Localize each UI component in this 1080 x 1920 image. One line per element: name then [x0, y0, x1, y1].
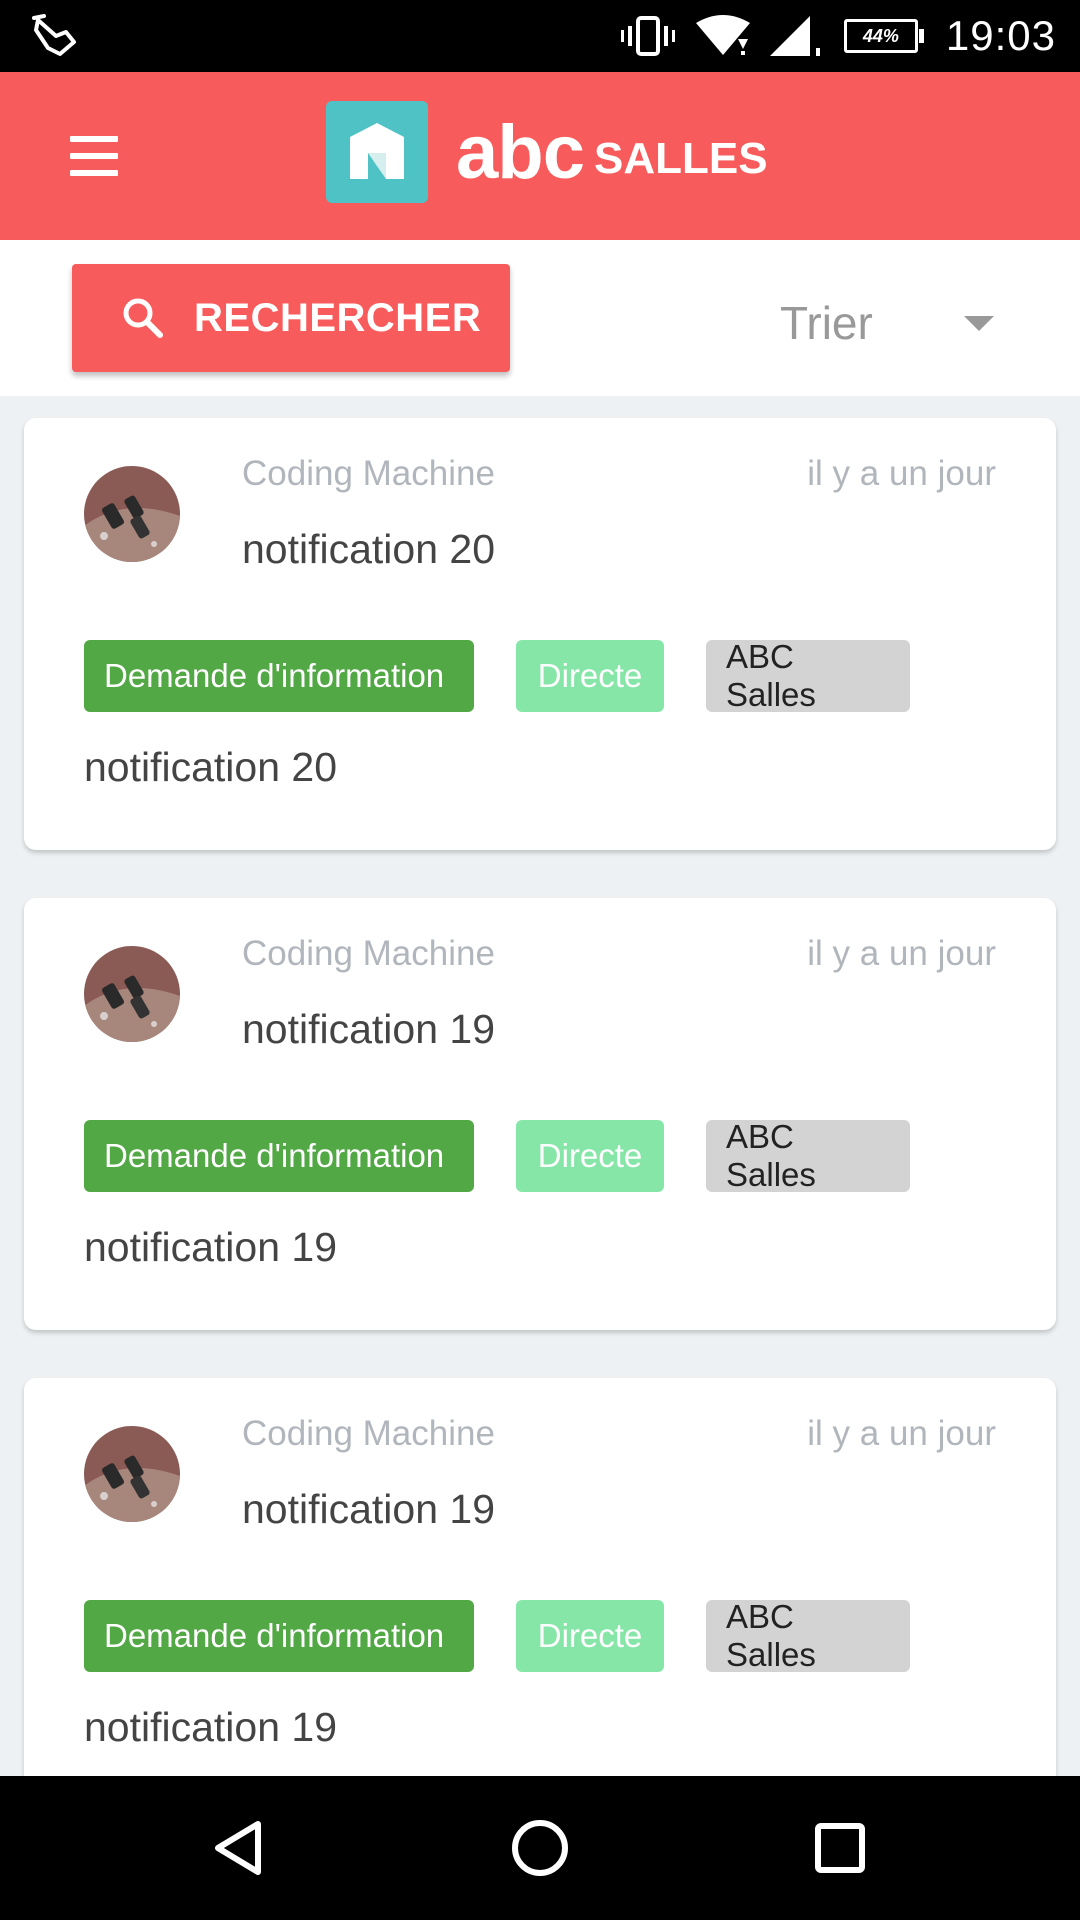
tag-mode: Directe	[516, 640, 664, 712]
notification-card[interactable]: Coding Machine il y a un jour notificati…	[24, 1378, 1056, 1776]
sender-name: Coding Machine	[242, 1414, 495, 1453]
tag-mode: Directe	[516, 1600, 664, 1672]
filter-toolbar: RECHERCHER Trier	[0, 240, 1080, 396]
notification-subject: notification 19	[242, 1486, 496, 1532]
timestamp: il y a un jour	[807, 454, 996, 493]
timestamp: il y a un jour	[807, 1414, 996, 1453]
sender-name: Coding Machine	[242, 454, 495, 493]
tag-organization: ABC Salles	[706, 1118, 910, 1193]
battery-level: 44%	[862, 25, 899, 46]
notification-card[interactable]: Coding Machine il y a un jour notificati…	[24, 418, 1056, 850]
menu-button[interactable]	[58, 128, 130, 184]
notification-body: notification 19	[84, 1704, 338, 1750]
notification-body: notification 19	[84, 1224, 338, 1270]
vibrate-icon	[620, 16, 675, 56]
brand-logo: abc SALLES	[326, 100, 768, 204]
sort-dropdown[interactable]: Trier	[770, 288, 1010, 358]
logo-mark-icon	[326, 101, 428, 203]
status-bar: 44% 19:03	[0, 0, 1080, 72]
back-icon[interactable]	[204, 1812, 276, 1884]
hamburger-icon	[70, 136, 118, 142]
clock: 19:03	[945, 12, 1056, 59]
notification-subject: notification 20	[242, 526, 496, 572]
avatar	[84, 466, 180, 562]
tap-hand-icon	[32, 14, 76, 56]
search-button-label: RECHERCHER	[194, 295, 482, 340]
system-nav-bar	[0, 1776, 1080, 1920]
tag-request-type: Demande d'information	[84, 1600, 474, 1672]
search-icon	[123, 298, 163, 338]
timestamp: il y a un jour	[807, 934, 996, 973]
brand-name: abc	[456, 109, 585, 195]
tag-organization: ABC Salles	[706, 638, 910, 713]
caret-down-icon	[964, 316, 994, 331]
notification-list: Coding Machine il y a un jour notificati…	[0, 396, 1080, 1776]
search-button[interactable]: RECHERCHER	[72, 264, 510, 372]
battery-icon: 44%	[843, 19, 924, 53]
brand-suffix: SALLES	[593, 134, 768, 183]
tag-request-type: Demande d'information	[84, 1120, 474, 1192]
notification-subject: notification 19	[242, 1006, 496, 1052]
notification-body: notification 20	[84, 744, 338, 790]
home-icon[interactable]	[504, 1812, 576, 1884]
sort-dropdown-label: Trier	[780, 297, 873, 349]
signal-icon	[769, 16, 820, 56]
app-bar: abc SALLES	[0, 72, 1080, 240]
tag-organization: ABC Salles	[706, 1598, 910, 1673]
avatar	[84, 1426, 180, 1522]
recents-icon[interactable]	[804, 1812, 876, 1884]
tag-mode: Directe	[516, 1120, 664, 1192]
sender-name: Coding Machine	[242, 934, 495, 973]
tag-request-type: Demande d'information	[84, 640, 474, 712]
wifi-icon	[695, 15, 750, 55]
avatar	[84, 946, 180, 1042]
notification-card[interactable]: Coding Machine il y a un jour notificati…	[24, 898, 1056, 1330]
